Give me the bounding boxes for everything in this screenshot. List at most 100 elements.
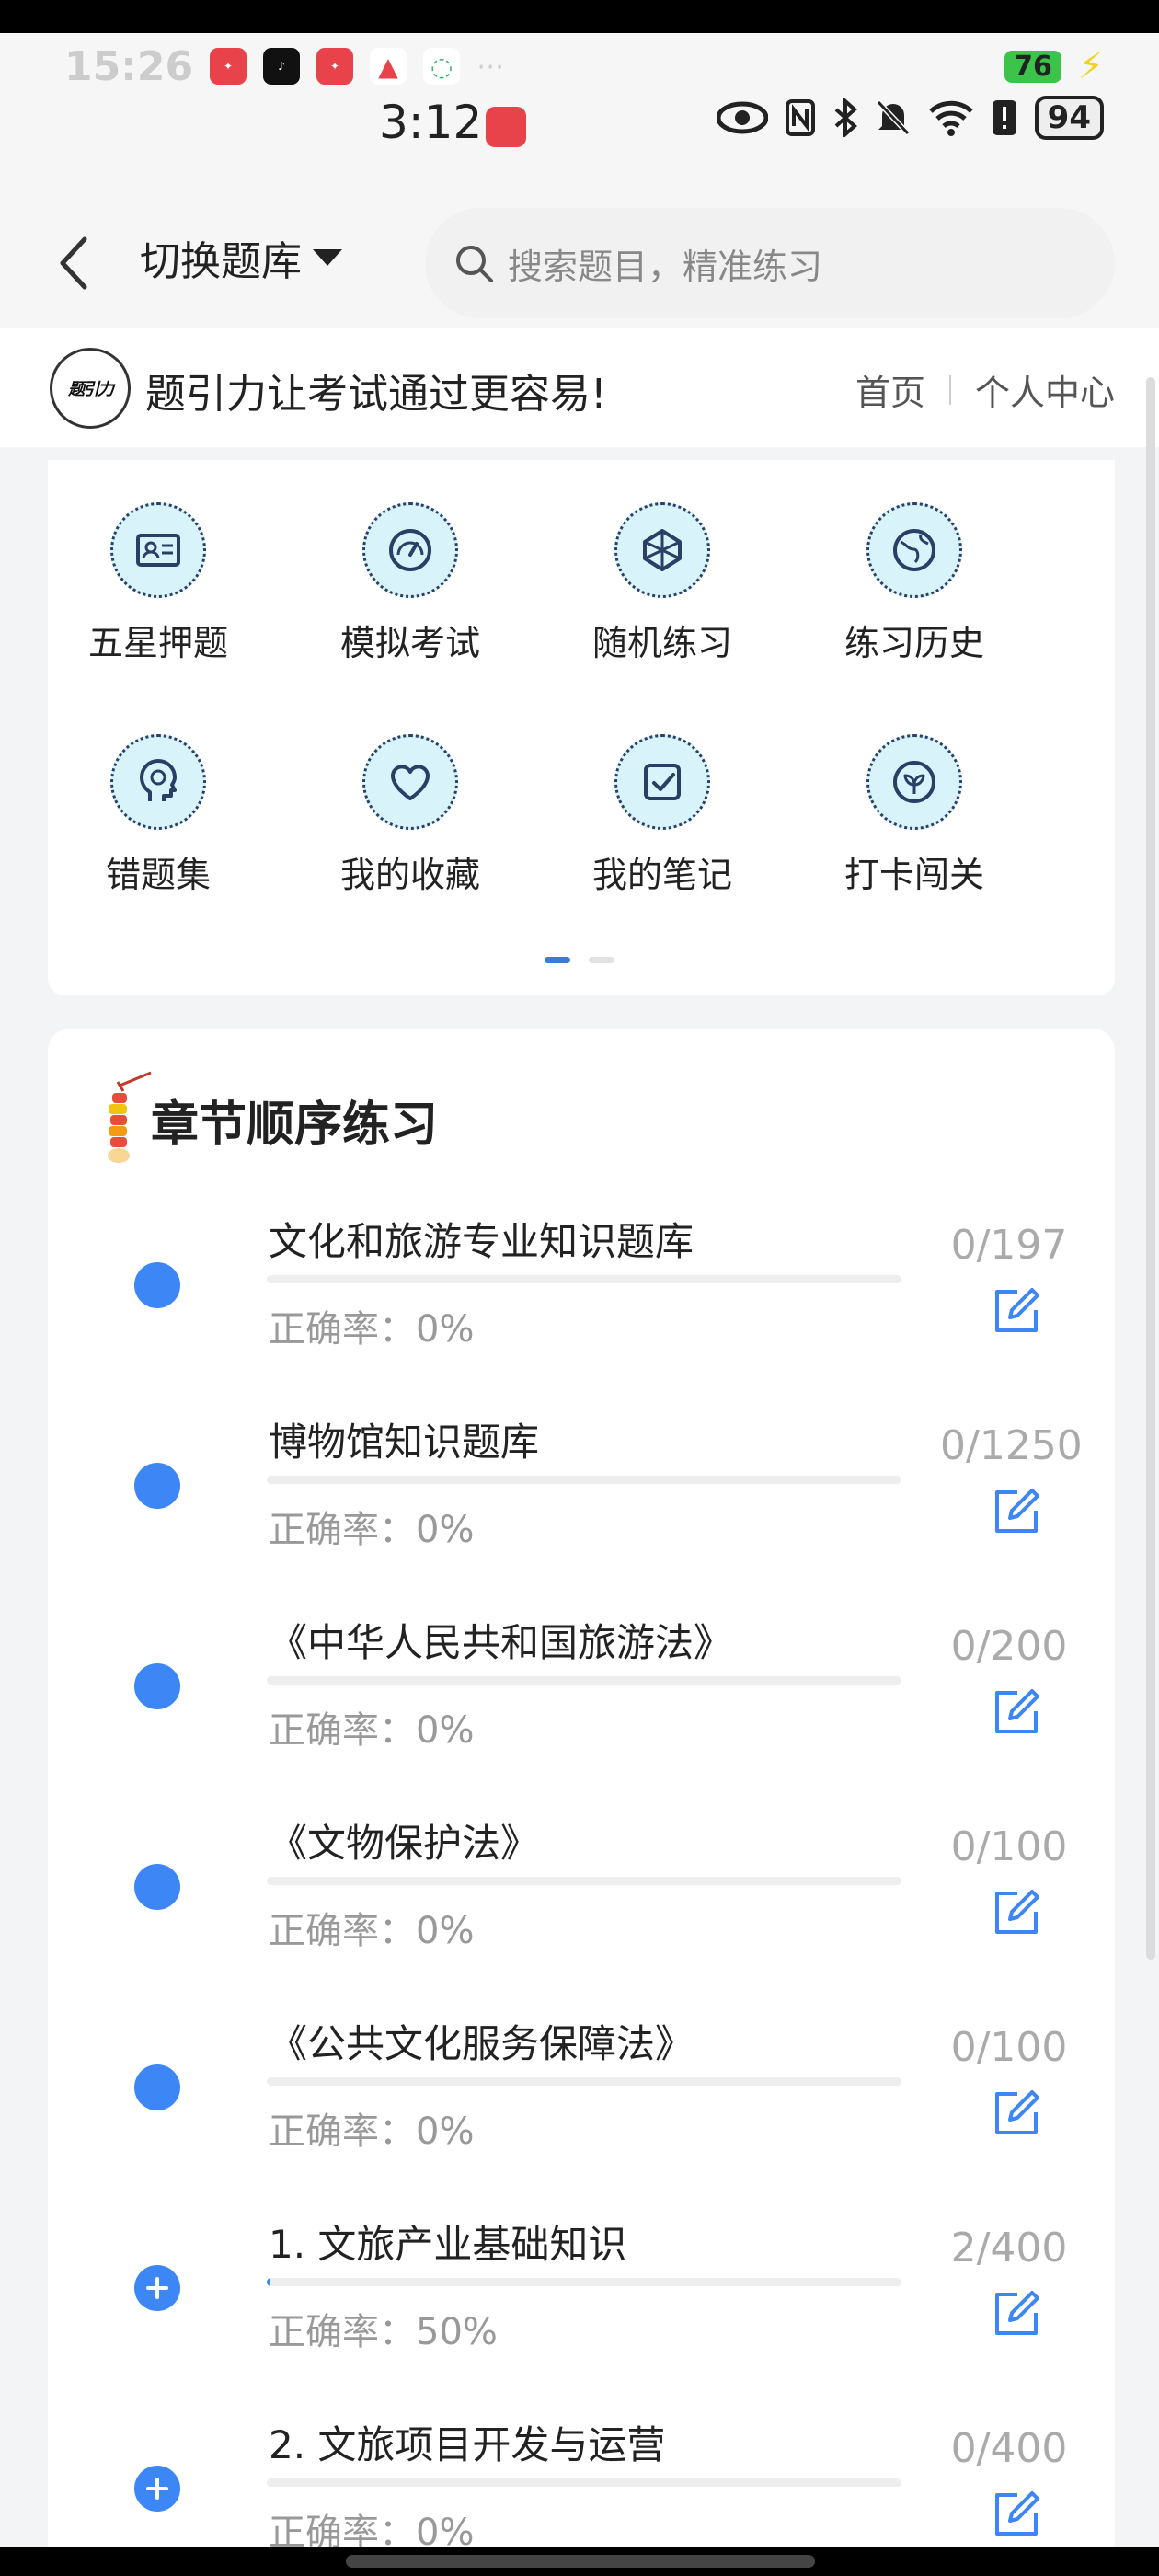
expand-plus-icon[interactable] bbox=[134, 2466, 180, 2512]
chapter-item[interactable]: 《中华人民共和国旅游法》 正确率：0% 0/200 bbox=[48, 1581, 1115, 1781]
chapter-accuracy: 正确率：50% bbox=[269, 2311, 498, 2353]
chat-bubble-icon: ◌ bbox=[423, 48, 461, 85]
chapter-count: 0/200 bbox=[950, 1623, 1068, 1670]
xiaohongshu-app-icon-2: ✦ bbox=[316, 48, 354, 85]
overlay-battery-badge: 76 bbox=[1004, 50, 1061, 83]
feature-random-practice[interactable]: 随机练习 bbox=[561, 502, 763, 665]
edit-icon[interactable] bbox=[990, 2287, 1043, 2340]
link-divider bbox=[948, 374, 951, 405]
alert-icon bbox=[992, 100, 1016, 135]
leaf-badge-icon bbox=[866, 734, 962, 830]
chapter-count: 0/100 bbox=[950, 2024, 1068, 2071]
expand-plus-icon[interactable] bbox=[134, 2265, 180, 2311]
feature-label: 模拟考试 bbox=[339, 623, 480, 663]
chapter-title: 2. 文旅项目开发与运营 bbox=[269, 2422, 666, 2467]
chapter-practice-card: 章节顺序练习 文化和旅游专业知识题库 正确率：0% 0/197 博物馆知识题库 … bbox=[48, 1029, 1115, 2576]
note-check-icon bbox=[614, 734, 710, 830]
feature-label: 错题集 bbox=[105, 855, 211, 895]
chapter-progress-bar bbox=[267, 1476, 901, 1484]
caret-down-icon bbox=[313, 249, 342, 266]
globe-history-icon bbox=[866, 502, 962, 598]
chapter-title: 1. 文旅产业基础知识 bbox=[269, 2222, 627, 2267]
profile-link[interactable]: 个人中心 bbox=[975, 364, 1115, 415]
chapter-item[interactable]: 文化和旅游专业知识题库 正确率：0% 0/197 bbox=[48, 1179, 1115, 1380]
feature-mock-exam[interactable]: 模拟考试 bbox=[309, 502, 511, 665]
top-navigation: 切换题库 搜索题目，精准练习 bbox=[0, 199, 1159, 328]
home-gesture-pill[interactable] bbox=[346, 2555, 815, 2568]
edit-icon[interactable] bbox=[990, 2488, 1043, 2541]
edit-icon[interactable] bbox=[990, 1485, 1043, 1538]
search-icon bbox=[456, 246, 493, 282]
brand-logo: 题引力 bbox=[50, 348, 131, 429]
feature-grid-card: 五星押题 模拟考试 随机练习 练习历史 错题集 我的收藏 我的笔记 打卡闯关 bbox=[48, 460, 1115, 995]
chapter-item[interactable]: 《文物保护法》 正确率：0% 0/100 bbox=[48, 1781, 1115, 1982]
chapter-title: 博物馆知识题库 bbox=[269, 1420, 540, 1465]
page-dot-inactive[interactable] bbox=[589, 957, 614, 963]
chapter-count: 0/1250 bbox=[940, 1422, 1083, 1469]
search-input[interactable]: 搜索题目，精准练习 bbox=[425, 208, 1115, 318]
switch-question-bank-label: 切换题库 bbox=[140, 238, 302, 285]
switch-question-bank-button[interactable]: 切换题库 bbox=[140, 228, 342, 287]
feature-label: 练习历史 bbox=[843, 623, 984, 663]
charging-bolt-icon: ⚡ bbox=[1077, 45, 1104, 87]
chapter-bullet-icon bbox=[134, 1663, 180, 1709]
chapter-accuracy: 正确率：0% bbox=[269, 1910, 475, 1952]
chapter-progress-bar bbox=[267, 1877, 901, 1885]
feature-label: 五星押题 bbox=[87, 623, 228, 663]
chapter-title: 《中华人民共和国旅游法》 bbox=[269, 1620, 733, 1665]
heart-icon bbox=[362, 734, 458, 830]
chapter-progress-bar bbox=[267, 2278, 901, 2286]
triangle-app-icon: ▲ bbox=[370, 48, 407, 85]
feature-label: 随机练习 bbox=[591, 623, 732, 663]
feature-check-in-challenge[interactable]: 打卡闯关 bbox=[813, 734, 1016, 897]
page-scrollbar[interactable] bbox=[1146, 377, 1155, 1960]
chapter-title: 《公共文化服务保障法》 bbox=[269, 2021, 694, 2066]
chapter-item[interactable]: 《公共文化服务保障法》 正确率：0% 0/100 bbox=[48, 1982, 1115, 2182]
mute-bell-icon bbox=[876, 99, 910, 136]
edit-icon[interactable] bbox=[990, 2087, 1043, 2140]
head-brain-icon bbox=[110, 734, 206, 830]
chapter-accuracy: 正确率：0% bbox=[269, 2110, 475, 2153]
chapter-progress-bar bbox=[267, 1676, 901, 1685]
brand-bar: 题引力 题引力让考试通过更容易! 首页 个人中心 bbox=[0, 328, 1159, 447]
xiaohongshu-notification-icon bbox=[486, 107, 526, 147]
bluetooth-icon bbox=[834, 98, 857, 137]
overlay-signal-icon: ⋯ bbox=[476, 50, 512, 83]
back-arrow-icon[interactable] bbox=[48, 226, 103, 300]
feature-label: 我的笔记 bbox=[591, 855, 732, 895]
chapter-bullet-icon bbox=[134, 1262, 180, 1308]
chapter-title: 文化和旅游专业知识题库 bbox=[269, 1219, 694, 1264]
nfc-icon bbox=[785, 99, 815, 136]
status-bar: 15:26 ✦ ♪ ✦ ▲ ◌ ⋯ 76 ⚡ 3:12 94 bbox=[0, 33, 1159, 199]
brand-links: 首页 个人中心 bbox=[855, 364, 1115, 415]
feature-favorites[interactable]: 我的收藏 bbox=[309, 734, 511, 897]
edit-icon[interactable] bbox=[990, 1685, 1043, 1739]
feature-practice-history[interactable]: 练习历史 bbox=[813, 502, 1016, 665]
page-indicator bbox=[545, 957, 614, 963]
status-icons: 94 bbox=[716, 96, 1104, 140]
search-placeholder: 搜索题目，精准练习 bbox=[508, 246, 823, 287]
feature-five-star-questions[interactable]: 五星押题 bbox=[57, 502, 259, 665]
chapter-count: 2/400 bbox=[950, 2225, 1068, 2271]
xiaohongshu-app-icon: ✦ bbox=[210, 48, 247, 85]
feature-notes[interactable]: 我的笔记 bbox=[561, 734, 763, 897]
edit-icon[interactable] bbox=[990, 1886, 1043, 1939]
chapter-bullet-icon bbox=[134, 1463, 180, 1509]
section-title: 章节顺序练习 bbox=[151, 1098, 439, 1153]
chapter-item[interactable]: 博物馆知识题库 正确率：0% 0/1250 bbox=[48, 1380, 1115, 1581]
feature-label: 打卡闯关 bbox=[843, 855, 984, 895]
tiktok-app-icon: ♪ bbox=[263, 48, 301, 85]
home-indicator-bar bbox=[0, 2547, 1159, 2576]
home-link[interactable]: 首页 bbox=[855, 364, 925, 415]
random-cube-icon bbox=[614, 502, 710, 598]
chapter-progress-bar bbox=[267, 2077, 901, 2086]
id-card-icon bbox=[110, 502, 206, 598]
chapter-item[interactable]: 1. 文旅产业基础知识 正确率：50% 2/400 bbox=[48, 2182, 1115, 2383]
clock: 3:12 bbox=[379, 96, 483, 149]
feature-wrong-answers[interactable]: 错题集 bbox=[57, 734, 259, 897]
page-dot-active[interactable] bbox=[545, 957, 570, 963]
chapter-bullet-icon bbox=[134, 1864, 180, 1910]
main-status-row: 3:12 94 bbox=[0, 88, 1159, 153]
edit-icon[interactable] bbox=[990, 1284, 1043, 1338]
brand-slogan: 题引力让考试通过更容易! bbox=[145, 371, 607, 418]
